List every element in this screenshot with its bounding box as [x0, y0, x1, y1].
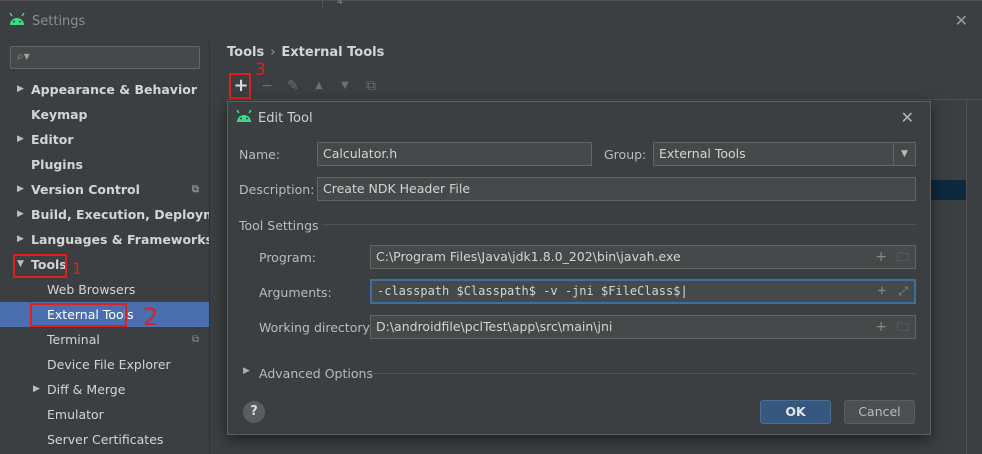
edit-tool-dialog: Edit Tool ✕ Name: Calculator.h Group: Ex… [227, 101, 931, 435]
name-value: Calculator.h [323, 146, 398, 161]
working-directory-label: Working directory: [259, 320, 374, 335]
sidebar-item-editor[interactable]: ▶ Editor [0, 127, 209, 152]
sidebar-item-label: Terminal [47, 332, 100, 347]
working-directory-value: D:\androidfile\pclTest\app\src\main\jni [376, 319, 613, 334]
background-editor-strip: 4 [322, 0, 362, 9]
expand-icon[interactable]: ⤢ [898, 281, 908, 301]
sidebar-item-label: Diff & Merge [47, 382, 126, 397]
tool-settings-heading: Tool Settings [239, 218, 319, 233]
program-label: Program: [259, 250, 316, 265]
annotation-mark-3: 3 [255, 60, 266, 80]
breadcrumb-external-tools: External Tools [281, 45, 385, 60]
name-field[interactable]: Calculator.h [317, 142, 592, 166]
sidebar-item-label: Appearance & Behavior [31, 82, 197, 97]
sidebar-item-diff-merge[interactable]: ▶ Diff & Merge [0, 377, 209, 402]
sidebar-item-version-control[interactable]: ▶ Version Control ⧉ [0, 177, 209, 202]
sidebar-item-server-certificates[interactable]: Server Certificates [0, 427, 209, 452]
move-down-button[interactable]: ▼ [334, 75, 356, 97]
dialog-title: Edit Tool [258, 111, 313, 126]
sidebar-item-label: Plugins [31, 157, 83, 172]
chevron-right-icon[interactable]: ▶ [243, 366, 250, 376]
name-label: Name: [239, 147, 281, 162]
line-number: 4 [337, 0, 343, 7]
android-logo-icon [8, 12, 26, 30]
sidebar-item-label: Languages & Frameworks [31, 232, 213, 247]
chevron-right-icon[interactable]: ▶ [17, 77, 24, 102]
program-field[interactable]: C:\Program Files\Java\jdk1.8.0_202\bin\j… [370, 245, 916, 269]
insert-macro-icon[interactable]: + [878, 281, 886, 301]
window-title: Settings [32, 14, 86, 29]
chevron-right-icon[interactable]: ▶ [17, 127, 24, 152]
sidebar-item-label: Web Browsers [47, 282, 136, 297]
text-cursor: | [680, 284, 688, 298]
description-value: Create NDK Header File [323, 181, 471, 196]
sidebar-item-label: Keymap [31, 107, 88, 122]
close-icon[interactable]: ✕ [901, 108, 914, 127]
arguments-value: -classpath $Classpath$ -v -jni $FileClas… [377, 284, 681, 298]
cancel-button[interactable]: Cancel [844, 400, 915, 424]
help-button[interactable]: ? [243, 401, 265, 423]
sidebar-item-label: Server Certificates [47, 432, 164, 447]
project-scope-icon: ⧉ [191, 184, 199, 195]
search-icon: ⌕▾ [17, 49, 30, 63]
project-scope-icon: ⧉ [191, 334, 199, 345]
annotation-mark-2: 2 [143, 303, 159, 331]
sidebar-item-keymap[interactable]: Keymap [0, 102, 209, 127]
arguments-field[interactable]: -classpath $Classpath$ -v -jni $FileClas… [370, 279, 916, 304]
breadcrumb-tools[interactable]: Tools [227, 45, 264, 60]
sidebar-item-label: Device File Explorer [47, 357, 171, 372]
ok-button[interactable]: OK [760, 400, 831, 424]
sidebar-item-emulator[interactable]: Emulator [0, 402, 209, 427]
copy-tool-button[interactable]: ⧉ [360, 75, 382, 97]
chevron-down-icon[interactable]: ▼ [893, 143, 915, 165]
sidebar-item-label: Emulator [47, 407, 104, 422]
insert-macro-icon[interactable]: + [875, 246, 887, 268]
sidebar-item-plugins[interactable]: Plugins [0, 152, 209, 177]
move-up-button[interactable]: ▲ [308, 75, 330, 97]
sidebar-item-terminal[interactable]: Terminal ⧉ [0, 327, 209, 352]
folder-icon[interactable]: 🗀 [897, 316, 909, 338]
sidebar-item-web-browsers[interactable]: Web Browsers [0, 277, 209, 302]
arguments-label: Arguments: [259, 285, 332, 300]
chevron-right-icon[interactable]: ▶ [17, 177, 24, 202]
folder-icon[interactable]: 🗀 [897, 246, 909, 268]
sidebar-item-label: Editor [31, 132, 74, 147]
annotation-box-add-button [229, 73, 251, 99]
annotation-box-external-tools [30, 303, 127, 327]
tools-list-selected-row[interactable] [930, 180, 966, 200]
sidebar-item-languages-frameworks[interactable]: ▶ Languages & Frameworks [0, 227, 213, 252]
settings-window: Settings ✕ 4 ⌕▾ ▶ Appearance & Behavior Ke… [0, 0, 982, 454]
tool-settings-separator [322, 224, 917, 225]
chevron-right-icon[interactable]: ▶ [33, 377, 40, 402]
sidebar-item-build-execution-deployment[interactable]: ▶ Build, Execution, Deployment [0, 202, 239, 227]
close-icon[interactable]: ✕ [955, 11, 968, 30]
title-bar: Settings ✕ [0, 1, 982, 41]
group-value: External Tools [659, 146, 746, 161]
description-field[interactable]: Create NDK Header File [317, 177, 916, 201]
annotation-box-tools [13, 254, 67, 278]
sidebar-item-label: Version Control [31, 182, 140, 197]
settings-sidebar: ⌕▾ ▶ Appearance & Behavior Keymap ▶ Editor Pl… [0, 41, 239, 454]
breadcrumb-separator: › [270, 45, 276, 60]
edit-tool-button[interactable]: ✎ [282, 75, 304, 97]
advanced-options-separator [366, 373, 917, 374]
chevron-right-icon[interactable]: ▶ [17, 202, 24, 227]
android-logo-icon [235, 109, 253, 127]
working-directory-field[interactable]: D:\androidfile\pclTest\app\src\main\jni … [370, 315, 916, 339]
breadcrumb: Tools › External Tools [227, 45, 384, 60]
advanced-options-toggle[interactable]: Advanced Options [259, 366, 373, 381]
chevron-right-icon[interactable]: ▶ [17, 227, 24, 252]
sidebar-item-device-file-explorer[interactable]: Device File Explorer [0, 352, 209, 377]
description-label: Description: [239, 182, 315, 197]
search-input[interactable]: ⌕▾ [10, 46, 200, 69]
insert-macro-icon[interactable]: + [875, 316, 887, 338]
program-value: C:\Program Files\Java\jdk1.8.0_202\bin\j… [376, 249, 681, 264]
list-border [966, 99, 967, 454]
group-select[interactable]: External Tools ▼ [653, 142, 916, 166]
annotation-mark-1: 1 [72, 259, 83, 278]
group-label: Group: [604, 147, 647, 162]
sidebar-item-appearance-behavior[interactable]: ▶ Appearance & Behavior [0, 77, 209, 102]
